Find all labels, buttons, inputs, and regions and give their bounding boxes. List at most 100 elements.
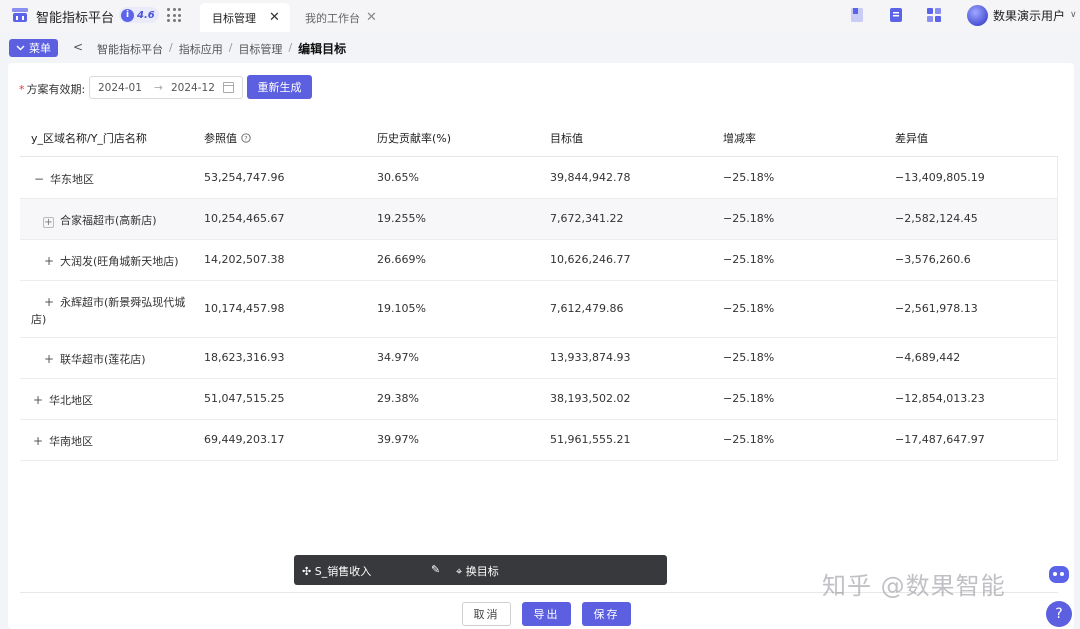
assistant-robot-icon[interactable] xyxy=(1049,566,1069,583)
cell-target[interactable]: 7,612,479.86 xyxy=(550,302,623,315)
cell-reference: 69,449,203.17 xyxy=(204,433,285,446)
version-badge: i 4.6 xyxy=(119,7,159,23)
expand-icon[interactable]: + xyxy=(33,393,43,407)
expand-icon[interactable]: + xyxy=(44,295,54,309)
close-icon[interactable]: ✕ xyxy=(366,10,377,25)
cell-difference: −2,561,978.13 xyxy=(895,302,978,315)
table-header: y_区域名称/Y_门店名称 参照值 ? 历史贡献率(%) 目标值 增减率 差异值 xyxy=(20,115,1058,157)
metric-move-handle[interactable]: ✣ S_销售收入 xyxy=(302,563,371,579)
table-row: + 大润发(旺角城新天地店) 14,202,507.38 26.669% 10,6… xyxy=(20,240,1058,281)
required-mark: * xyxy=(19,83,25,96)
edit-icon[interactable]: ✎ xyxy=(431,563,440,576)
bookmark-icon[interactable] xyxy=(849,6,865,24)
menu-label: 菜单 xyxy=(29,42,51,55)
tab-label: 目标管理 xyxy=(212,11,256,25)
breadcrumb-item[interactable]: 目标管理 xyxy=(238,41,282,57)
expand-icon[interactable]: + xyxy=(43,217,54,228)
row-name: + 大润发(旺角城新天地店) xyxy=(44,253,179,269)
metric-label: S_销售收入 xyxy=(314,565,372,578)
cell-rate: −25.18% xyxy=(723,171,775,184)
expand-icon[interactable]: + xyxy=(44,254,54,268)
date-range-picker[interactable]: 2024-01 → 2024-12 xyxy=(89,76,243,99)
expand-icon[interactable]: + xyxy=(33,434,43,448)
cell-difference: −13,409,805.19 xyxy=(895,171,985,184)
chevron-down-icon xyxy=(16,45,25,51)
row-name: + 联华超市(莲花店) xyxy=(44,351,146,367)
cancel-button[interactable]: 取消 xyxy=(462,602,511,626)
app-title: 智能指标平台 xyxy=(36,11,115,26)
change-target-label: 换目标 xyxy=(465,565,499,578)
cell-contribution: 19.105% xyxy=(377,302,426,315)
version-number: 4.6 xyxy=(137,9,155,21)
cell-reference: 53,254,747.96 xyxy=(204,171,285,184)
close-icon[interactable]: ✕ xyxy=(269,10,280,25)
cell-reference: 10,254,465.67 xyxy=(204,212,285,225)
metric-toolbar: ✣ S_销售收入 ✎ ⌖ 换目标 xyxy=(294,555,667,585)
app-logo-icon[interactable] xyxy=(10,5,30,25)
row-name: + 合家福超市(高新店) xyxy=(43,212,157,228)
avatar xyxy=(967,4,988,26)
regenerate-button[interactable]: 重新生成 xyxy=(247,75,312,99)
tab-target-management[interactable]: 目标管理 ✕ xyxy=(200,3,290,32)
table-row: + 华北地区 51,047,515.25 29.38% 38,193,502.02… xyxy=(20,379,1058,420)
back-arrow-icon[interactable]: < xyxy=(73,40,83,54)
breadcrumb-item[interactable]: 智能指标平台 xyxy=(97,41,163,57)
cell-rate: −25.18% xyxy=(723,351,775,364)
help-button[interactable]: ? xyxy=(1046,601,1072,627)
cell-target[interactable]: 10,626,246.77 xyxy=(550,253,630,266)
cell-target[interactable]: 7,672,341.22 xyxy=(550,212,623,225)
validity-label-text: 方案有效期: xyxy=(26,83,86,96)
table-border xyxy=(1057,157,1058,461)
cell-difference: −2,582,124.45 xyxy=(895,212,978,225)
apps-grid-icon[interactable] xyxy=(167,8,181,22)
row-name-continued: 店) xyxy=(31,313,47,326)
export-button[interactable]: 导出 xyxy=(522,602,571,626)
dashboard-icon[interactable] xyxy=(926,6,942,24)
date-start[interactable]: 2024-01 xyxy=(98,82,142,94)
cell-difference: −12,854,013.23 xyxy=(895,392,985,405)
cell-target[interactable]: 13,933,874.93 xyxy=(550,351,630,364)
cell-target[interactable]: 38,193,502.02 xyxy=(550,392,630,405)
tab-label: 我的工作台 xyxy=(305,11,360,25)
help-circle-icon[interactable]: ? xyxy=(240,133,251,143)
row-name-text: 永辉超市(新景舜弘现代城 xyxy=(60,296,186,309)
menu-button[interactable]: 菜单 xyxy=(9,39,58,57)
row-name-text: 大润发(旺角城新天地店) xyxy=(60,255,179,268)
cell-rate: −25.18% xyxy=(723,392,775,405)
cell-target[interactable]: 39,844,942.78 xyxy=(550,171,630,184)
column-header-contribution: 历史贡献率(%) xyxy=(377,132,452,145)
target-table: y_区域名称/Y_门店名称 参照值 ? 历史贡献率(%) 目标值 增减率 差异值… xyxy=(20,115,1058,461)
date-end[interactable]: 2024-12 xyxy=(171,82,215,94)
document-icon[interactable] xyxy=(888,6,904,24)
column-header-rate: 增减率 xyxy=(723,132,756,145)
breadcrumb-separator: / xyxy=(228,41,233,54)
cell-contribution: 29.38% xyxy=(377,392,419,405)
column-header-reference: 参照值 ? xyxy=(204,130,251,146)
collapse-icon[interactable]: − xyxy=(34,172,44,186)
table-row: − 华东地区 53,254,747.96 30.65% 39,844,942.78… xyxy=(20,157,1058,199)
change-target-button[interactable]: ⌖ 换目标 xyxy=(456,563,499,579)
save-button[interactable]: 保存 xyxy=(582,602,631,626)
svg-text:?: ? xyxy=(244,135,247,143)
chevron-down-icon: ∨ xyxy=(1070,10,1077,20)
expand-icon[interactable]: + xyxy=(44,352,54,366)
cell-contribution: 19.255% xyxy=(377,212,426,225)
user-menu[interactable]: 数果演示用户 ∨ xyxy=(967,4,1077,26)
cell-target[interactable]: 51,961,555.21 xyxy=(550,433,630,446)
row-name-text: 合家福超市(高新店) xyxy=(60,214,157,227)
column-header-name: y_区域名称/Y_门店名称 xyxy=(31,132,147,145)
breadcrumb-item[interactable]: 指标应用 xyxy=(179,41,223,57)
calendar-icon[interactable] xyxy=(223,82,234,93)
cell-reference: 14,202,507.38 xyxy=(204,253,285,266)
column-header-target: 目标值 xyxy=(550,132,583,145)
username: 数果演示用户 xyxy=(993,8,1066,23)
target-icon: ⌖ xyxy=(456,565,463,578)
breadcrumb: 智能指标平台 / 指标应用 / 目标管理 / 编辑目标 xyxy=(97,41,346,57)
cell-reference: 18,623,316.93 xyxy=(204,351,285,364)
cell-reference: 10,174,457.98 xyxy=(204,302,285,315)
breadcrumb-separator: / xyxy=(169,41,173,54)
column-header-difference: 差异值 xyxy=(895,132,928,145)
column-header-reference-label: 参照值 xyxy=(204,132,237,145)
tab-my-workspace[interactable]: 我的工作台 ✕ xyxy=(296,3,386,32)
row-name-text: 华东地区 xyxy=(50,173,94,186)
